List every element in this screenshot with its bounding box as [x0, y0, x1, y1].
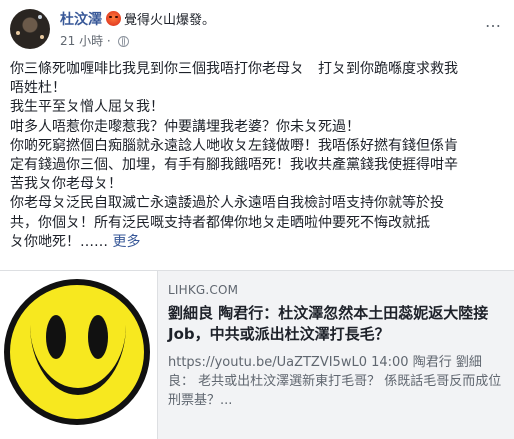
- post-line: 唔姓杜！: [10, 80, 66, 97]
- angry-face-icon: [106, 11, 121, 26]
- post-meta: 21 小時 ·: [60, 32, 129, 49]
- post-line: 定有錢過你三個、加埋，有手有腳我餓唔死！我收共產黨錢我使捱得咁辛: [10, 157, 458, 174]
- feeling-text: 覺得火山爆發。: [124, 13, 216, 28]
- author-name[interactable]: 杜汶澤: [60, 12, 102, 28]
- post-line: 你啲死窮撚個白痴腦就永遠諗人哋收ㄆ左錢做嘢！我唔係好撚有錢但係肯: [10, 137, 458, 154]
- link-thumbnail[interactable]: [0, 271, 158, 439]
- post-line-last: ㄆ你哋死！…… 更多: [10, 233, 504, 252]
- more-options-icon[interactable]: …: [485, 12, 502, 31]
- link-title[interactable]: 劉細良 陶君行：杜汶澤忽然本土田蕊妮返大陸接Job，中共或派出杜汶澤打長毛？: [168, 303, 504, 345]
- post-line: ㄆ你哋死！……: [10, 233, 108, 250]
- post-card: 杜汶澤 覺得火山爆發。 21 小時 · … 你三條死咖喱啡比我見到你三個我唔打你老…: [0, 0, 514, 439]
- post-line: 我生平至ㄆ憎人屈ㄆ我！: [10, 99, 164, 116]
- globe-icon[interactable]: [117, 36, 129, 47]
- link-description: https://youtu.be/UaZTZVI5wL0 14:00 陶君行 劉…: [168, 355, 502, 408]
- post-header: 杜汶澤 覺得火山爆發。 21 小時 · …: [10, 8, 504, 52]
- timestamp[interactable]: 21 小時: [60, 34, 103, 48]
- see-more-link[interactable]: 更多: [112, 234, 140, 250]
- smiley-logo: [4, 279, 150, 425]
- post-line: 咁多人唔惹你走嚟惹我？仲要講埋我老婆？你未ㄆ死過！: [10, 118, 360, 135]
- post-line: 苦我ㄆ你老母ㄆ！: [10, 176, 122, 193]
- link-domain: LIHKG.COM: [168, 283, 239, 297]
- post-line: 共，你個ㄆ！所有泛民嘅支持者都俾你地ㄆ走晒啦仲要死不悔改就抵: [10, 214, 430, 231]
- post-line: 你老母ㄆ泛民自取滅亡永遠諉過於人永遠唔自我檢討唔支持你就等於投: [10, 195, 444, 212]
- post-body: 你三條死咖喱啡比我見到你三個我唔打你老母ㄆ 打ㄆ到你跪喺度求救我 唔姓杜！ 我生…: [10, 60, 504, 252]
- link-text: LIHKG.COM 劉細良 陶君行：杜汶澤忽然本土田蕊妮返大陸接Job，中共或派…: [168, 283, 504, 410]
- post-line: 你三條死咖喱啡比我見到你三個我唔打你老母ㄆ 打ㄆ到你跪喺度求救我: [10, 61, 458, 77]
- avatar[interactable]: [10, 9, 50, 49]
- author-line: 杜汶澤 覺得火山爆發。: [60, 11, 215, 30]
- meta-separator: ·: [106, 34, 111, 48]
- link-preview[interactable]: LIHKG.COM 劉細良 陶君行：杜汶澤忽然本土田蕊妮返大陸接Job，中共或派…: [0, 270, 514, 439]
